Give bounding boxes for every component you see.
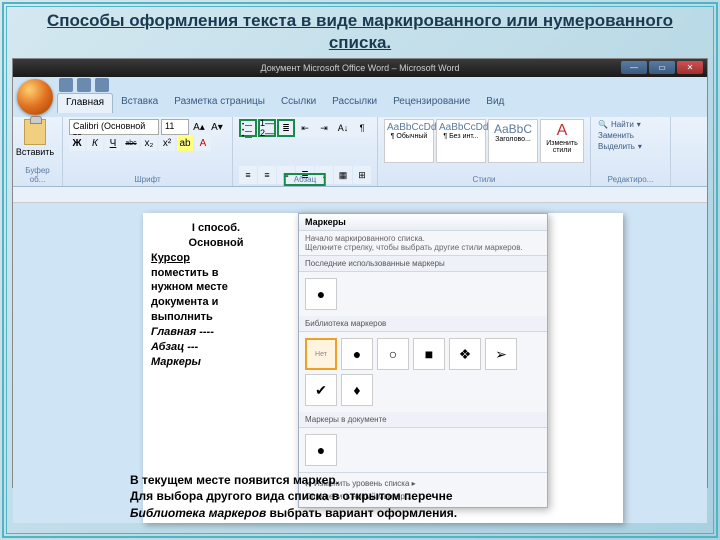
quick-access-toolbar [57, 77, 707, 93]
close-button[interactable]: ✕ [677, 61, 703, 74]
highlight-button[interactable]: ab [177, 135, 193, 151]
multilevel-button[interactable]: ≣ [277, 119, 295, 137]
tab-mailings[interactable]: Рассылки [324, 93, 385, 113]
superscript-button[interactable]: x² [159, 135, 175, 151]
popup-description: Начало маркированного списка. Щелкните с… [299, 231, 547, 256]
show-marks-button[interactable]: ¶ [353, 119, 371, 137]
tab-review[interactable]: Рецензирование [385, 93, 478, 113]
ribbon-tabs: Главная Вставка Разметка страницы Ссылки… [57, 93, 707, 113]
bullet-disc[interactable]: ● [341, 338, 373, 370]
align-center-button[interactable]: ≡ [258, 166, 276, 184]
section-recent: Последние использованные маркеры [299, 256, 547, 272]
tab-view[interactable]: Вид [478, 93, 512, 113]
align-left-button[interactable]: ≡ [239, 166, 257, 184]
grow-font-button[interactable]: A▴ [191, 119, 207, 135]
tab-references[interactable]: Ссылки [273, 93, 324, 113]
qat-undo-icon[interactable] [77, 78, 91, 92]
bold-button[interactable]: Ж [69, 135, 85, 151]
select-button[interactable]: Выделить ▾ [597, 141, 664, 152]
indent-increase-button[interactable]: ⇥ [315, 119, 333, 137]
sort-button[interactable]: A↓ [334, 119, 352, 137]
section-in-document: Маркеры в документе [299, 412, 547, 428]
underline-button[interactable]: Ч [105, 135, 121, 151]
styles-group-label: Стили [384, 175, 584, 184]
style-normal[interactable]: AaBbCcDd¶ Обычный [384, 119, 434, 163]
replace-button[interactable]: Заменить [597, 130, 664, 141]
font-group-label: Шрифт [69, 175, 226, 184]
bullet-disc-recent[interactable]: ● [305, 278, 337, 310]
clipboard-icon [24, 119, 46, 145]
paste-button[interactable]: Вставить [19, 119, 51, 163]
section-library: Библиотека маркеров [299, 316, 547, 332]
bullet-square[interactable]: ■ [413, 338, 445, 370]
office-orb[interactable] [17, 79, 53, 115]
font-family-select[interactable]: Calibri (Основной те [69, 119, 159, 135]
borders-button[interactable]: ⊞ [353, 166, 371, 184]
bottom-caption: В текущем месте появится маркер. Для выб… [130, 472, 590, 522]
tab-home[interactable]: Главная [57, 93, 113, 113]
slide-title: Способы оформления текста в виде маркиро… [12, 10, 708, 54]
qat-save-icon[interactable] [59, 78, 73, 92]
clipboard-group-label: Буфер об... [19, 166, 56, 184]
maximize-button[interactable]: ▭ [649, 61, 675, 74]
italic-button[interactable]: К [87, 135, 103, 151]
bullet-4diamond[interactable]: ❖ [449, 338, 481, 370]
paragraph-group-label: Абзац [284, 173, 326, 186]
window-titlebar: Документ Microsoft Office Word – Microso… [13, 59, 707, 77]
style-no-spacing[interactable]: AaBbCcDd¶ Без инт... [436, 119, 486, 163]
style-heading[interactable]: AaBbCЗаголово... [488, 119, 538, 163]
editing-group-label: Редактиро... [597, 175, 664, 184]
bullets-dropdown: Маркеры Начало маркированного списка. Ще… [298, 213, 548, 508]
find-button[interactable]: 🔍 Найти ▾ [597, 119, 664, 130]
ribbon: Вставить Буфер об... Calibri (Основной т… [13, 117, 707, 187]
font-color-button[interactable]: A [195, 135, 211, 151]
numbering-button[interactable]: 1—2— [258, 119, 276, 137]
bullets-button[interactable] [239, 119, 257, 137]
strike-button[interactable]: abc [123, 135, 139, 151]
change-styles-button[interactable]: AИзменить стили [540, 119, 584, 163]
bullet-circle[interactable]: ○ [377, 338, 409, 370]
subscript-button[interactable]: x₂ [141, 135, 157, 151]
bullet-none[interactable]: Нет [305, 338, 337, 370]
method-text: I способ. Основной Курсор поместить в ну… [151, 221, 281, 369]
popup-title: Маркеры [299, 214, 547, 231]
tab-insert[interactable]: Вставка [113, 93, 166, 113]
word-window: Документ Microsoft Office Word – Microso… [12, 58, 708, 488]
ruler [13, 187, 707, 203]
bullet-arrow[interactable]: ➢ [485, 338, 517, 370]
paste-label: Вставить [16, 147, 54, 157]
minimize-button[interactable]: — [621, 61, 647, 74]
indent-decrease-button[interactable]: ⇤ [296, 119, 314, 137]
font-size-select[interactable]: 11 [161, 119, 189, 135]
bullet-disc-doc[interactable]: ● [305, 434, 337, 466]
qat-redo-icon[interactable] [95, 78, 109, 92]
shrink-font-button[interactable]: A▾ [209, 119, 225, 135]
bullet-check[interactable]: ✔ [305, 374, 337, 406]
tab-layout[interactable]: Разметка страницы [166, 93, 273, 113]
shading-button[interactable]: ▦ [334, 166, 352, 184]
window-title-text: Документ Microsoft Office Word – Microso… [261, 63, 460, 73]
bullet-diamond[interactable]: ♦ [341, 374, 373, 406]
